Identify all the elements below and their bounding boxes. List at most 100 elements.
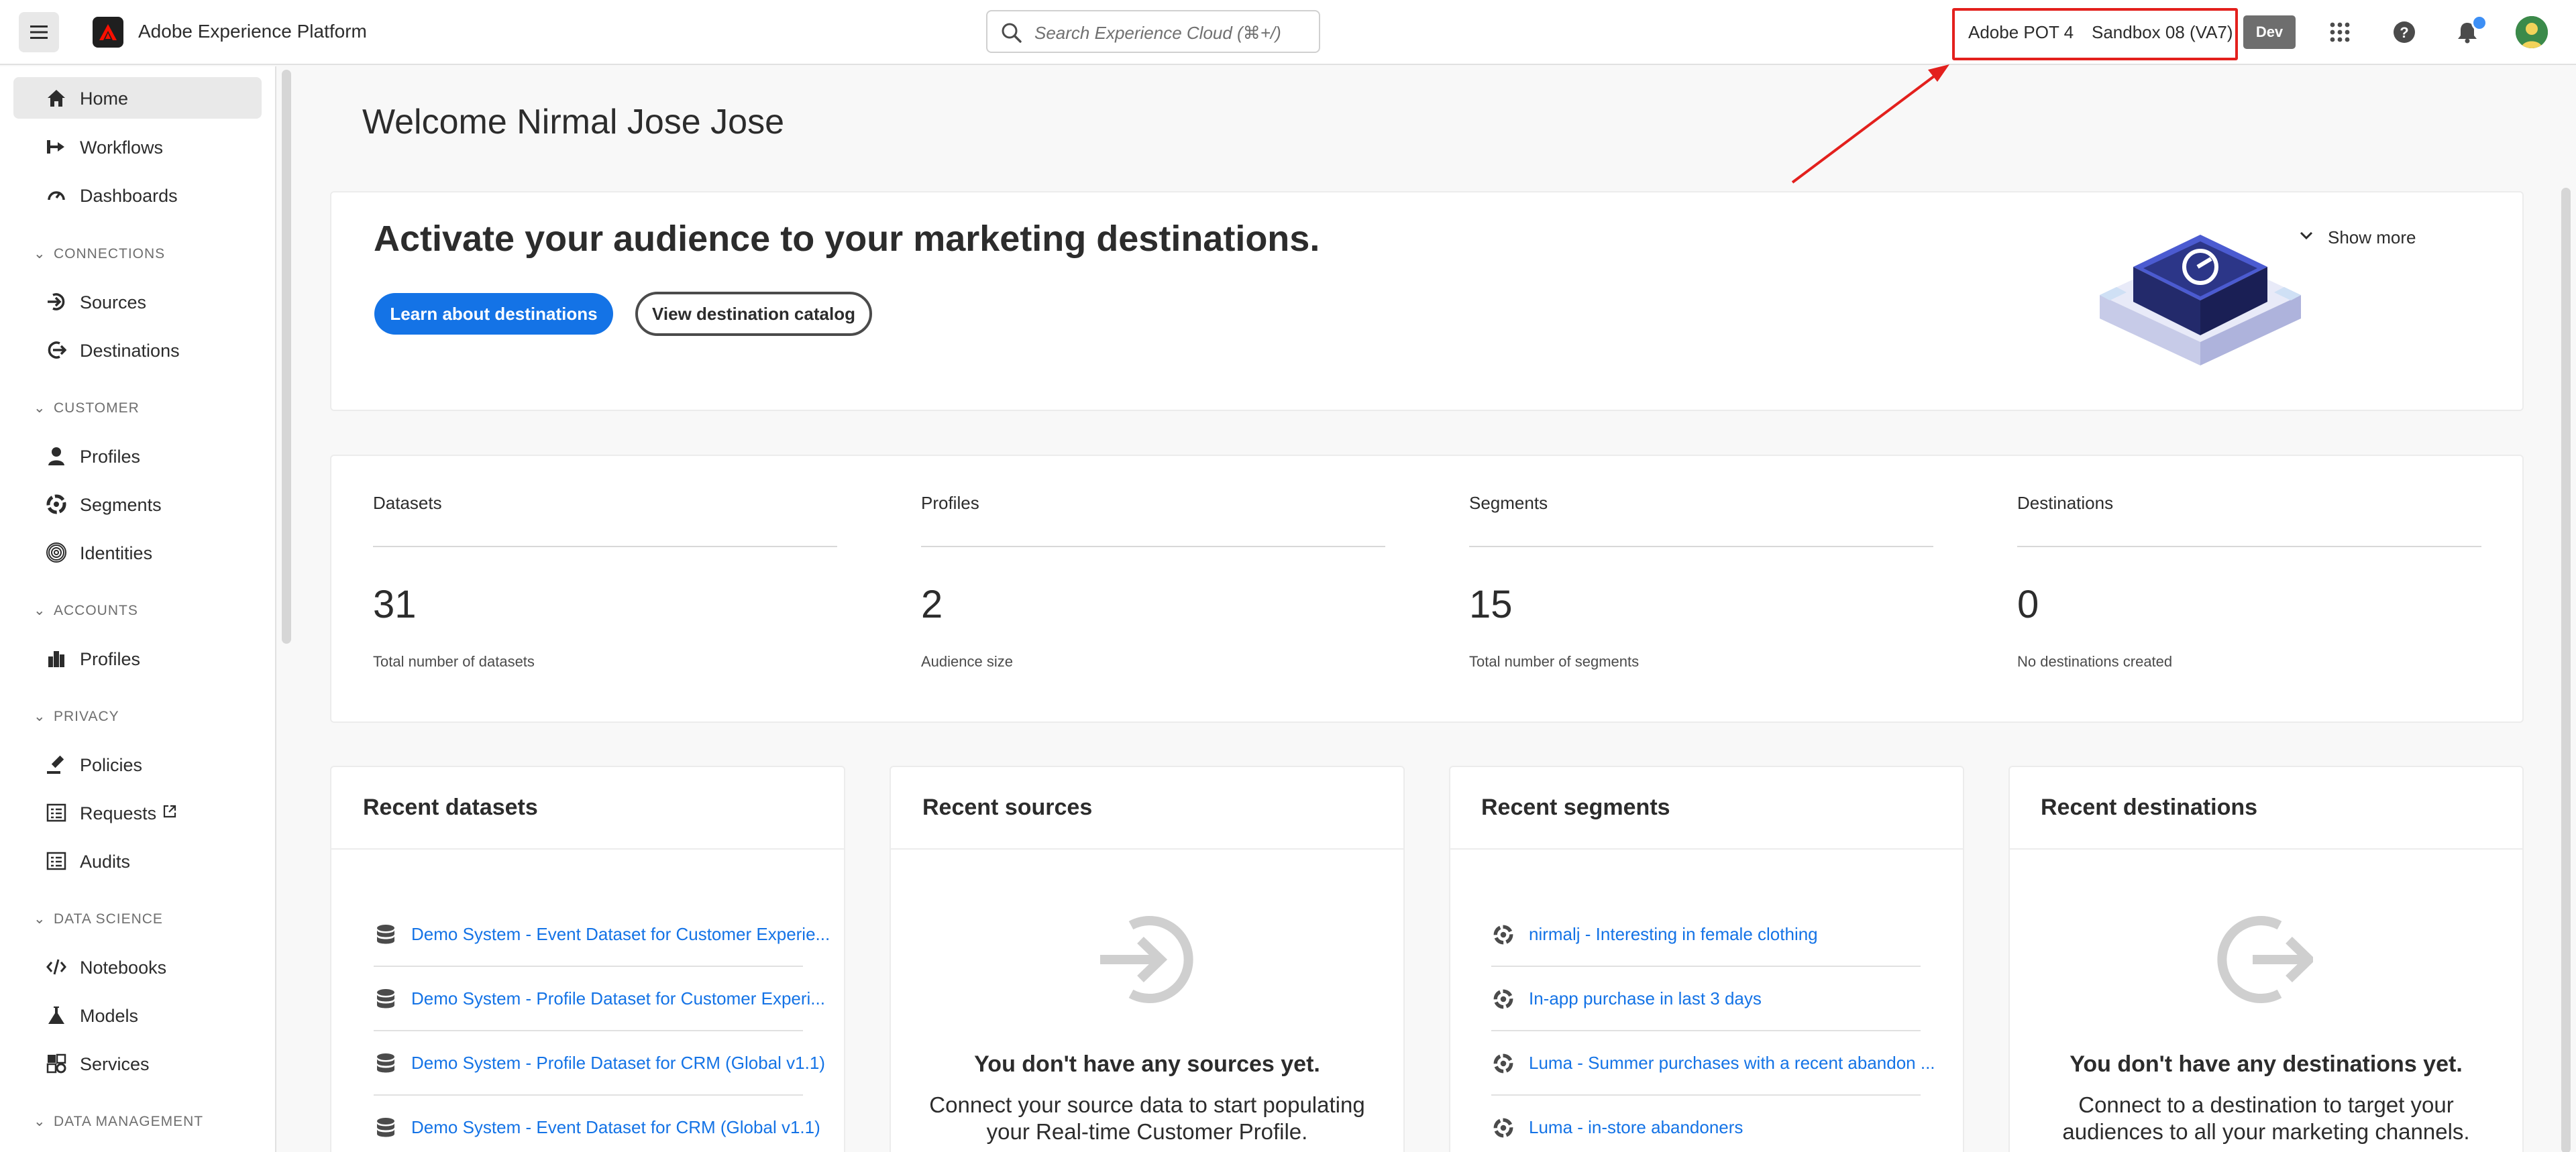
dashboard-icon xyxy=(46,184,67,206)
apps-grid-icon[interactable] xyxy=(2325,17,2355,47)
segments-icon xyxy=(46,494,67,515)
chevron-down-icon: ⌄ xyxy=(34,400,46,416)
stat-label-datasets: Datasets xyxy=(373,493,442,513)
sidebar-item-dashboards[interactable]: Dashboards xyxy=(13,174,262,216)
panel-divider xyxy=(1450,848,1964,850)
hero-title: Activate your audience to your marketing… xyxy=(374,219,1320,259)
recent-sources-title: Recent sources xyxy=(922,795,1093,820)
database-icon xyxy=(374,987,398,1011)
database-icon xyxy=(374,923,398,947)
sidebar-item-home[interactable]: Home xyxy=(13,77,262,119)
main-scrollbar[interactable] xyxy=(2561,188,2571,1152)
sidebar-item-profiles[interactable]: Profiles xyxy=(13,435,262,477)
list-item[interactable]: Demo System - Profile Dataset for CRM (G… xyxy=(374,1043,825,1096)
fingerprint-icon xyxy=(46,542,67,563)
sidebar-item-policies[interactable]: Policies xyxy=(13,744,262,785)
profile-icon xyxy=(46,445,67,467)
sidebar-section-data-science[interactable]: ⌄ DATA SCIENCE xyxy=(34,911,163,927)
top-bar: Adobe Experience Platform Search Experie… xyxy=(0,0,2576,65)
app-title[interactable]: Adobe Experience Platform xyxy=(138,21,367,42)
sidebar-item-audits[interactable]: Audits xyxy=(13,840,262,882)
chevron-down-icon: ⌄ xyxy=(34,709,46,724)
destinations-empty-title: You don't have any destinations yet. xyxy=(2070,1051,2463,1077)
org-switcher[interactable]: Adobe POT 4 xyxy=(1968,22,2074,43)
services-icon xyxy=(46,1053,67,1074)
sidebar-item-services[interactable]: Services xyxy=(13,1043,262,1084)
models-icon xyxy=(46,1004,67,1026)
avatar[interactable] xyxy=(2516,16,2548,48)
workflows-icon xyxy=(46,136,67,158)
row-divider xyxy=(374,966,803,967)
sidebar-item-segments[interactable]: Segments xyxy=(13,483,262,525)
adobe-logo[interactable] xyxy=(93,17,123,48)
destinations-empty-desc-line-1: Connect to a destination to target your xyxy=(2078,1092,2454,1117)
help-icon[interactable]: ? xyxy=(2390,17,2419,47)
database-icon xyxy=(374,1051,398,1076)
external-link-icon xyxy=(162,804,177,822)
sidebar-section-accounts[interactable]: ⌄ ACCOUNTS xyxy=(34,602,138,619)
destinations-empty-desc-line-2: audiences to all your marketing channels… xyxy=(2062,1119,2470,1144)
stat-sub-datasets: Total number of datasets xyxy=(373,653,535,670)
list-item[interactable]: Luma - in-store abandoners xyxy=(1491,1108,1921,1148)
stat-value-destinations[interactable]: 0 xyxy=(2017,582,2039,627)
sidebar-scrollbar[interactable] xyxy=(282,70,291,644)
list-item[interactable]: Demo System - Event Dataset for Customer… xyxy=(374,915,830,967)
sidebar-section-connections[interactable]: ⌄ CONNECTIONS xyxy=(34,245,165,262)
sidebar-section-privacy[interactable]: ⌄ PRIVACY xyxy=(34,708,119,725)
recent-destinations-title: Recent destinations xyxy=(2041,795,2258,820)
list-item[interactable]: nirmalj - Interesting in female clothing xyxy=(1491,915,1921,967)
sidebar-item-destinations[interactable]: Destinations xyxy=(13,329,262,371)
sidebar-item-models[interactable]: Models xyxy=(13,994,262,1036)
menu-icon[interactable] xyxy=(19,12,59,52)
row-divider xyxy=(1491,1094,1921,1096)
sidebar-item-account-profiles[interactable]: Profiles xyxy=(13,638,262,679)
stat-label-segments: Segments xyxy=(1469,493,1548,513)
sidebar-item-workflows[interactable]: Workflows xyxy=(13,126,262,168)
view-destination-catalog-button[interactable]: View destination catalog xyxy=(635,292,872,336)
svg-text:?: ? xyxy=(2400,24,2408,41)
sidebar-item-notebooks[interactable]: Notebooks xyxy=(13,946,262,988)
database-icon xyxy=(374,1116,398,1140)
recent-segments-title: Recent segments xyxy=(1481,795,1670,820)
sidebar-item-identities[interactable]: Identities xyxy=(13,532,262,573)
stat-value-segments[interactable]: 15 xyxy=(1469,582,1513,627)
stats-card xyxy=(330,455,2524,723)
list-item[interactable]: Luma - Summer purchases with a recent ab… xyxy=(1491,1043,1935,1096)
search-input[interactable]: Search Experience Cloud (⌘+/) xyxy=(986,10,1320,53)
stat-sub-profiles: Audience size xyxy=(921,653,1013,670)
sandbox-switcher[interactable]: Sandbox 08 (VA7) xyxy=(2092,22,2233,43)
stat-divider xyxy=(921,546,1385,547)
stat-divider xyxy=(1469,546,1933,547)
stat-value-datasets[interactable]: 31 xyxy=(373,582,417,627)
list-item[interactable]: Demo System - Event Dataset for CRM (Glo… xyxy=(374,1108,820,1148)
page-title: Welcome Nirmal Jose Jose xyxy=(362,103,785,141)
stat-sub-segments: Total number of segments xyxy=(1469,653,1640,670)
chevron-down-icon: ⌄ xyxy=(34,603,46,618)
sidebar-item-sources[interactable]: Sources xyxy=(13,281,262,323)
sidebar-item-requests[interactable]: Requests xyxy=(13,792,262,833)
destinations-empty-icon xyxy=(2215,911,2316,1012)
environment-badge: Dev xyxy=(2243,15,2296,49)
search-icon xyxy=(1001,22,1022,47)
audits-icon xyxy=(46,850,67,872)
learn-about-destinations-button[interactable]: Learn about destinations xyxy=(374,293,613,335)
stat-label-destinations: Destinations xyxy=(2017,493,2114,513)
row-divider xyxy=(374,1030,803,1031)
row-divider xyxy=(1491,966,1921,967)
panel-divider xyxy=(890,848,1404,850)
panel-divider xyxy=(2009,848,2523,850)
sources-empty-desc-line-2: your Real-time Customer Profile. xyxy=(986,1119,1308,1144)
sidebar-section-data-management[interactable]: ⌄ DATA MANAGEMENT xyxy=(34,1113,203,1130)
chevron-down-icon: ⌄ xyxy=(34,1114,46,1129)
list-item[interactable]: Demo System - Profile Dataset for Custom… xyxy=(374,979,825,1031)
notebooks-icon xyxy=(46,956,67,978)
sidebar-section-customer[interactable]: ⌄ CUSTOMER xyxy=(34,400,140,416)
stat-value-profiles[interactable]: 2 xyxy=(921,582,943,627)
sources-empty-icon xyxy=(1097,911,1195,1012)
segments-icon xyxy=(1491,987,1515,1011)
list-item[interactable]: In-app purchase in last 3 days xyxy=(1491,979,1921,1031)
chevron-down-icon: ⌄ xyxy=(34,911,46,927)
row-divider xyxy=(1491,1030,1921,1031)
sources-icon xyxy=(46,291,67,312)
show-more-toggle[interactable]: Show more xyxy=(2300,227,2416,248)
